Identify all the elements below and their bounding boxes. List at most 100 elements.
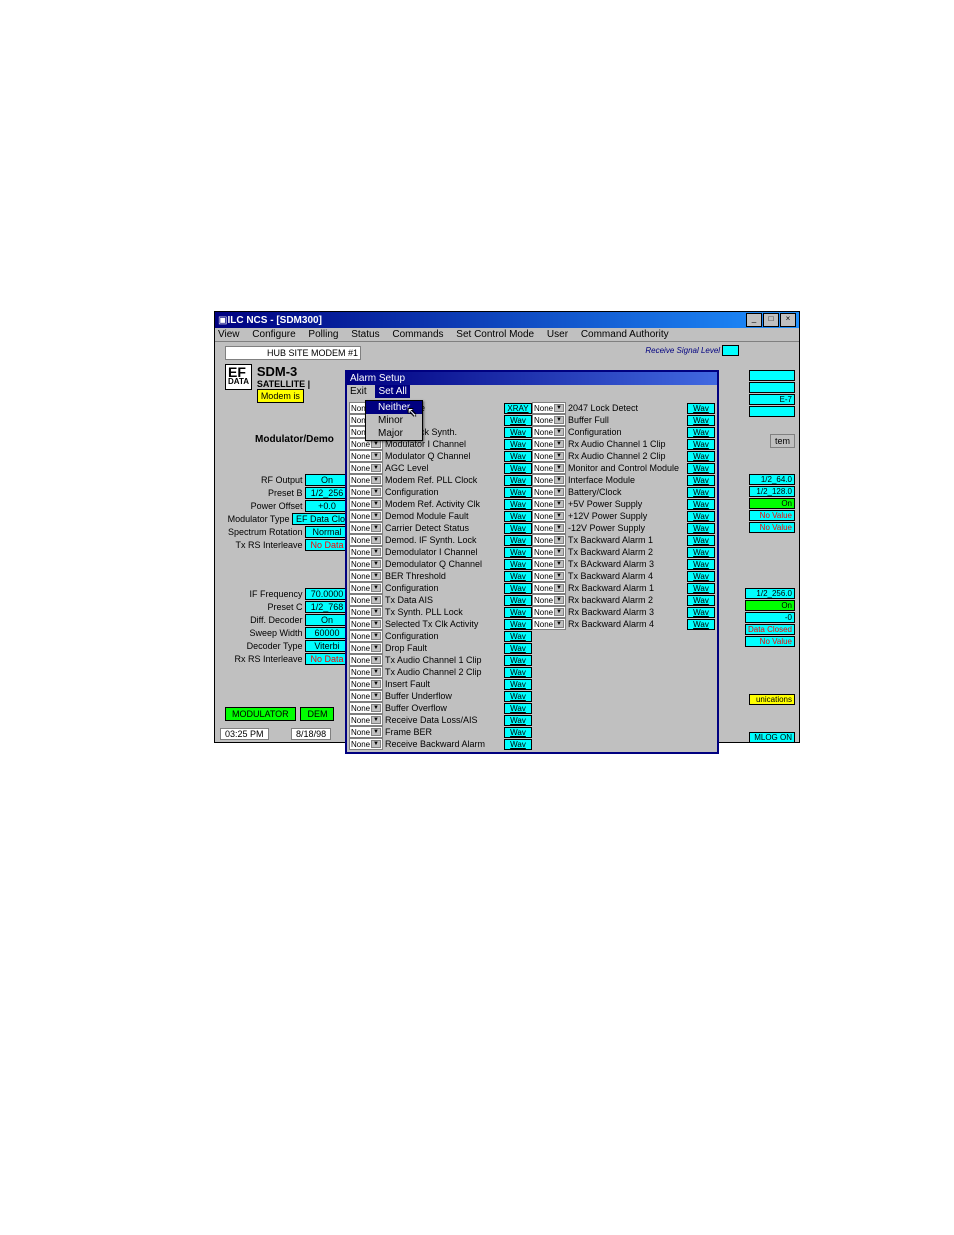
wav-button[interactable]: Wav — [504, 679, 532, 690]
alarm-select[interactable]: None — [349, 726, 383, 738]
alarm-select[interactable]: None — [532, 570, 566, 582]
field-value[interactable]: No Data — [305, 539, 349, 551]
dropdown-neither[interactable]: Neither — [366, 401, 422, 414]
wav-button[interactable]: XRAY — [504, 403, 532, 414]
alarm-select[interactable]: None — [349, 534, 383, 546]
maximize-button[interactable]: □ — [763, 313, 779, 327]
menu-user[interactable]: User — [547, 329, 568, 340]
alarm-select[interactable]: None — [349, 486, 383, 498]
field-value[interactable]: 1/2_256 — [305, 487, 349, 499]
wav-button[interactable]: Wav — [504, 595, 532, 606]
wav-button[interactable]: Wav — [504, 583, 532, 594]
wav-button[interactable]: Wav — [504, 571, 532, 582]
setall-dropdown[interactable]: Neither Minor Major — [365, 400, 423, 441]
alarm-select[interactable]: None — [532, 498, 566, 510]
alarm-select[interactable]: None — [349, 582, 383, 594]
wav-button[interactable]: Wav — [504, 451, 532, 462]
alarm-select[interactable]: None — [349, 642, 383, 654]
field-value[interactable]: EF Data Clo — [292, 513, 349, 525]
alarm-select[interactable]: None — [532, 618, 566, 630]
alarm-select[interactable]: None — [349, 702, 383, 714]
alarm-select[interactable]: None — [532, 558, 566, 570]
alarm-select[interactable]: None — [349, 546, 383, 558]
wav-button[interactable]: Wav — [687, 547, 715, 558]
wav-button[interactable]: Wav — [504, 487, 532, 498]
field-value[interactable]: Viterbi — [305, 640, 349, 652]
alarm-select[interactable]: None — [349, 594, 383, 606]
wav-button[interactable]: Wav — [504, 619, 532, 630]
alarm-select[interactable]: None — [532, 594, 566, 606]
alarm-select[interactable]: None — [532, 462, 566, 474]
alarm-setall[interactable]: Set All — [375, 385, 409, 398]
menu-view[interactable]: View — [218, 329, 240, 340]
minimize-button[interactable]: _ — [746, 313, 762, 327]
wav-button[interactable]: Wav — [687, 535, 715, 546]
wav-button[interactable]: Wav — [504, 739, 532, 750]
wav-button[interactable]: Wav — [687, 583, 715, 594]
menu-commands[interactable]: Commands — [392, 329, 443, 340]
alarm-select[interactable]: None — [349, 618, 383, 630]
wav-button[interactable]: Wav — [504, 535, 532, 546]
alarm-select[interactable]: None — [532, 606, 566, 618]
alarm-select[interactable]: None — [532, 534, 566, 546]
wav-button[interactable]: Wav — [687, 571, 715, 582]
alarm-select[interactable]: None — [349, 606, 383, 618]
wav-button[interactable]: Wav — [687, 439, 715, 450]
alarm-select[interactable]: None — [532, 474, 566, 486]
field-value[interactable]: 60000 — [305, 627, 349, 639]
field-value[interactable]: On — [305, 474, 349, 486]
alarm-select[interactable]: None — [349, 690, 383, 702]
wav-button[interactable]: Wav — [504, 631, 532, 642]
alarm-select[interactable]: None — [532, 522, 566, 534]
alarm-select[interactable]: None — [349, 510, 383, 522]
alarm-select[interactable]: None — [349, 678, 383, 690]
dropdown-major[interactable]: Major — [366, 427, 422, 440]
alarm-select[interactable]: None — [349, 738, 383, 750]
wav-button[interactable]: Wav — [687, 523, 715, 534]
wav-button[interactable]: Wav — [504, 463, 532, 474]
wav-button[interactable]: Wav — [504, 499, 532, 510]
field-value[interactable]: Normal — [305, 526, 349, 538]
modulator-button[interactable]: MODULATOR — [225, 707, 296, 721]
wav-button[interactable]: Wav — [687, 463, 715, 474]
wav-button[interactable]: Wav — [687, 607, 715, 618]
alarm-select[interactable]: None — [532, 438, 566, 450]
alarm-exit[interactable]: Exit — [350, 386, 367, 397]
wav-button[interactable]: Wav — [504, 655, 532, 666]
alarm-select[interactable]: None — [349, 630, 383, 642]
wav-button[interactable]: Wav — [504, 523, 532, 534]
wav-button[interactable]: Wav — [687, 595, 715, 606]
wav-button[interactable]: Wav — [504, 559, 532, 570]
field-value[interactable]: +0.0 — [305, 500, 349, 512]
menu-commandauth[interactable]: Command Authority — [581, 329, 669, 340]
wav-button[interactable]: Wav — [504, 475, 532, 486]
alarm-select[interactable]: None — [532, 450, 566, 462]
alarm-select[interactable]: None — [349, 498, 383, 510]
wav-button[interactable]: Wav — [687, 487, 715, 498]
alarm-select[interactable]: None — [349, 714, 383, 726]
wav-button[interactable]: Wav — [687, 499, 715, 510]
wav-button[interactable]: Wav — [687, 415, 715, 426]
alarm-select[interactable]: None — [349, 522, 383, 534]
wav-button[interactable]: Wav — [504, 439, 532, 450]
wav-button[interactable]: Wav — [504, 691, 532, 702]
alarm-select[interactable]: None — [532, 546, 566, 558]
dropdown-minor[interactable]: Minor — [366, 414, 422, 427]
field-value[interactable]: 1/2_768 — [305, 601, 349, 613]
wav-button[interactable]: Wav — [687, 619, 715, 630]
menu-status[interactable]: Status — [351, 329, 379, 340]
field-value[interactable]: On — [305, 614, 349, 626]
wav-button[interactable]: Wav — [504, 511, 532, 522]
alarm-select[interactable]: None — [349, 654, 383, 666]
wav-button[interactable]: Wav — [687, 427, 715, 438]
alarm-select[interactable]: None — [532, 486, 566, 498]
wav-button[interactable]: Wav — [504, 547, 532, 558]
alarm-select[interactable]: None — [532, 582, 566, 594]
alarm-select[interactable]: None — [349, 666, 383, 678]
field-value[interactable]: 70.0000 — [305, 588, 349, 600]
wav-button[interactable]: Wav — [504, 715, 532, 726]
wav-button[interactable]: Wav — [504, 607, 532, 618]
wav-button[interactable]: Wav — [687, 559, 715, 570]
wav-button[interactable]: Wav — [687, 511, 715, 522]
alarm-select[interactable]: None — [532, 402, 566, 414]
